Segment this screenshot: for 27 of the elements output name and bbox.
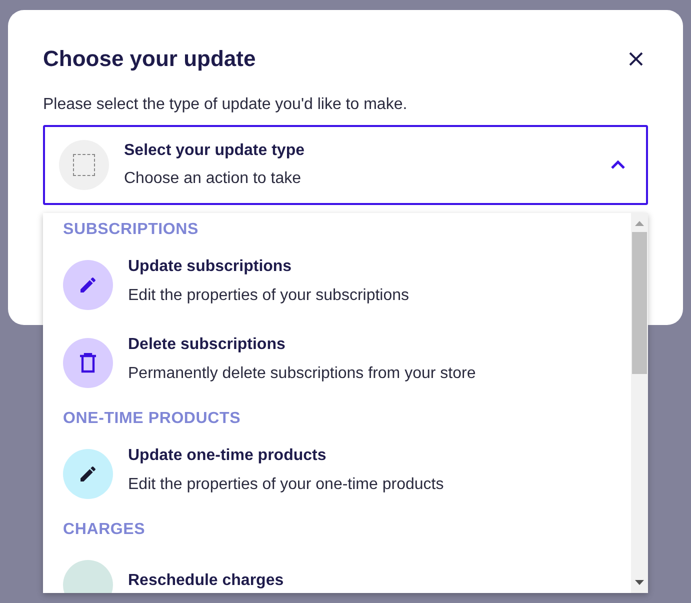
trash-icon	[79, 353, 97, 373]
scroll-up-icon	[635, 220, 644, 226]
prompt-text: Please select the type of update you'd like to make.	[43, 95, 408, 115]
pencil-icon	[78, 464, 98, 484]
group-heading: CHARGES	[62, 520, 146, 540]
item-description: Permanently delete subscriptions from your store	[128, 364, 476, 384]
scroll-down-icon	[635, 580, 644, 586]
menu-item[interactable]: Update one-time products Edit the properties of your one-time products	[43, 435, 631, 513]
update-type-select[interactable]: Select your update type Choose an action to take	[43, 125, 648, 205]
chevron-up-icon	[610, 160, 626, 170]
menu-item[interactable]: Delete subscriptions Permanently delete subscriptions from your store	[43, 324, 631, 402]
select-subtitle: Choose an action to take	[124, 169, 302, 189]
dashed-square-icon	[73, 154, 95, 176]
item-title: Update one-time products	[128, 446, 328, 466]
menu-item[interactable]: Update subscriptions Edit the properties of your subscriptions	[43, 246, 631, 324]
item-description: Edit the properties of your one-time products	[128, 474, 444, 494]
group-heading: ONE-TIME PRODUCTS	[62, 408, 242, 428]
pencil-icon	[78, 275, 98, 295]
item-title: Delete subscriptions	[128, 334, 286, 354]
menu-item[interactable]: Reschedule charges	[43, 546, 631, 593]
select-title: Select your update type	[124, 141, 306, 161]
close-icon	[629, 52, 643, 66]
item-description: Edit the properties of your subscriptions	[128, 286, 410, 306]
item-title: Update subscriptions	[128, 256, 293, 276]
group-heading: SUBSCRIPTIONS	[62, 220, 200, 240]
item-title: Reschedule charges	[128, 571, 284, 591]
dialog-title: Choose your update	[43, 45, 256, 73]
